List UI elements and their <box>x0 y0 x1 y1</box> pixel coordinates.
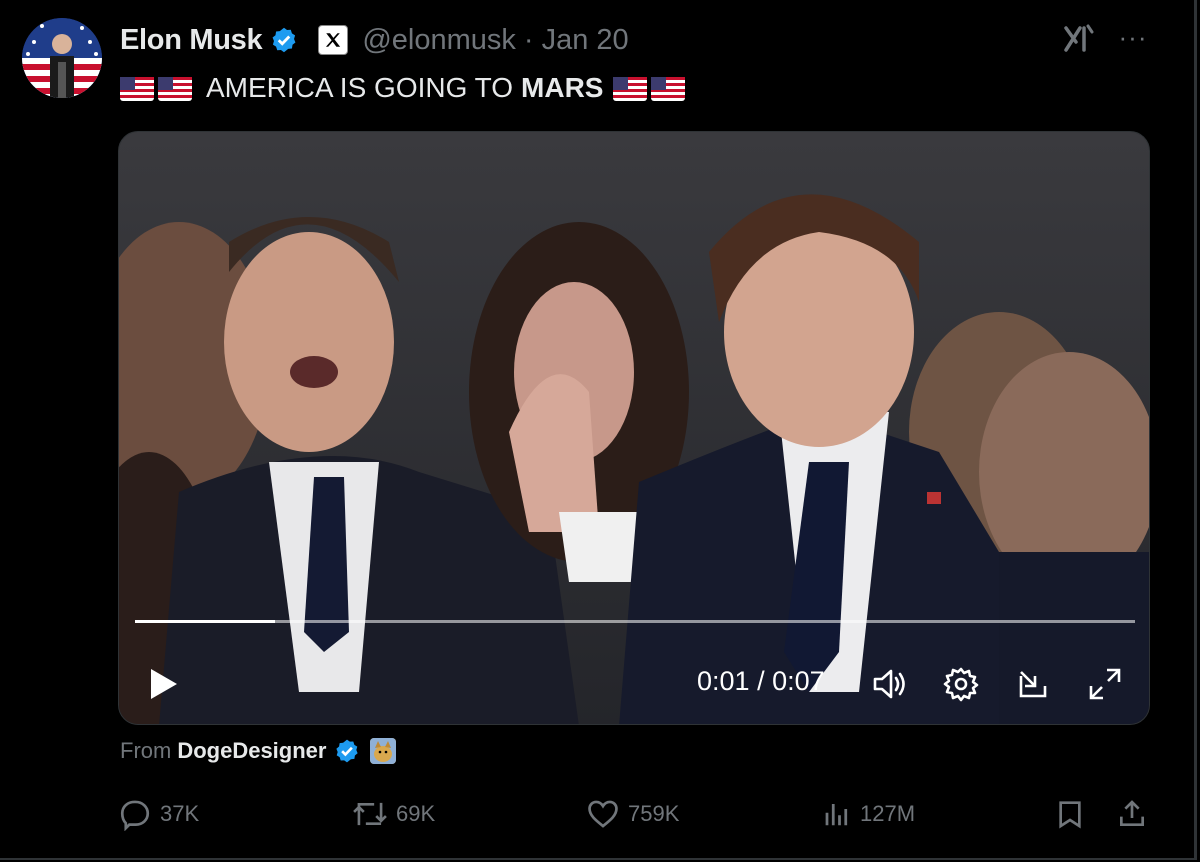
more-icon[interactable]: ··· <box>1115 22 1151 56</box>
like-button[interactable]: 759K <box>586 792 679 836</box>
like-icon <box>588 800 618 828</box>
tweet-text-bold: MARS <box>521 72 604 103</box>
play-icon[interactable] <box>143 664 183 704</box>
video-progress-bar[interactable] <box>135 620 1135 623</box>
settings-icon[interactable] <box>941 664 981 704</box>
verified-badge-icon[interactable] <box>270 26 298 54</box>
video-progress-fill <box>135 620 275 623</box>
doge-avatar-icon <box>370 738 397 764</box>
tweet-actions: 37K 69K 759K 127M <box>0 792 1200 836</box>
us-flag-icon <box>651 76 686 101</box>
video-player[interactable]: 0:01 / 0:07 <box>118 131 1150 725</box>
source-name[interactable]: DogeDesigner <box>177 738 326 764</box>
avatar[interactable] <box>22 18 102 98</box>
video-frame <box>119 132 1149 724</box>
views-icon <box>825 804 848 826</box>
tweet-header: Elon Musk @elonmusk · Jan 20 <box>120 20 629 60</box>
tweet-text-main: AMERICA IS GOING TO <box>206 72 514 103</box>
reply-icon <box>120 800 150 831</box>
pip-icon[interactable] <box>1013 664 1053 704</box>
grok-icon[interactable] <box>1062 22 1096 56</box>
volume-icon[interactable] <box>869 664 909 704</box>
tweet-text: AMERICA IS GOING TO MARS <box>120 70 689 106</box>
bookmark-icon[interactable] <box>1054 792 1094 836</box>
repost-icon <box>353 802 387 826</box>
tweet-date[interactable]: Jan 20 <box>542 24 629 57</box>
video-controls: 0:01 / 0:07 <box>119 652 1149 712</box>
views-button[interactable]: 127M <box>822 792 915 836</box>
views-count: 127M <box>860 801 916 826</box>
video-current-time: 0:01 <box>697 666 750 696</box>
reply-button[interactable]: 37K <box>118 792 199 836</box>
separator-dot: · <box>523 23 534 56</box>
fullscreen-icon[interactable] <box>1085 664 1125 704</box>
repost-button[interactable]: 69K <box>352 792 435 836</box>
reply-count: 37K <box>160 801 200 826</box>
video-attribution: From DogeDesigner <box>120 736 397 766</box>
like-count: 759K <box>628 801 680 826</box>
video-time: 0:01 / 0:07 <box>697 666 825 697</box>
author-name[interactable]: Elon Musk <box>120 24 263 57</box>
video-time-separator: / <box>757 666 765 696</box>
share-icon[interactable] <box>1116 792 1156 836</box>
repost-count: 69K <box>396 801 436 826</box>
video-duration: 0:07 <box>772 666 825 696</box>
verified-badge-icon[interactable] <box>334 738 360 764</box>
us-flag-icon <box>158 76 192 101</box>
x-logo-icon <box>318 25 349 55</box>
us-flag-icon <box>613 76 648 101</box>
from-label: From <box>120 738 172 763</box>
us-flag-icon <box>120 76 154 101</box>
author-handle[interactable]: @elonmusk <box>362 24 516 57</box>
